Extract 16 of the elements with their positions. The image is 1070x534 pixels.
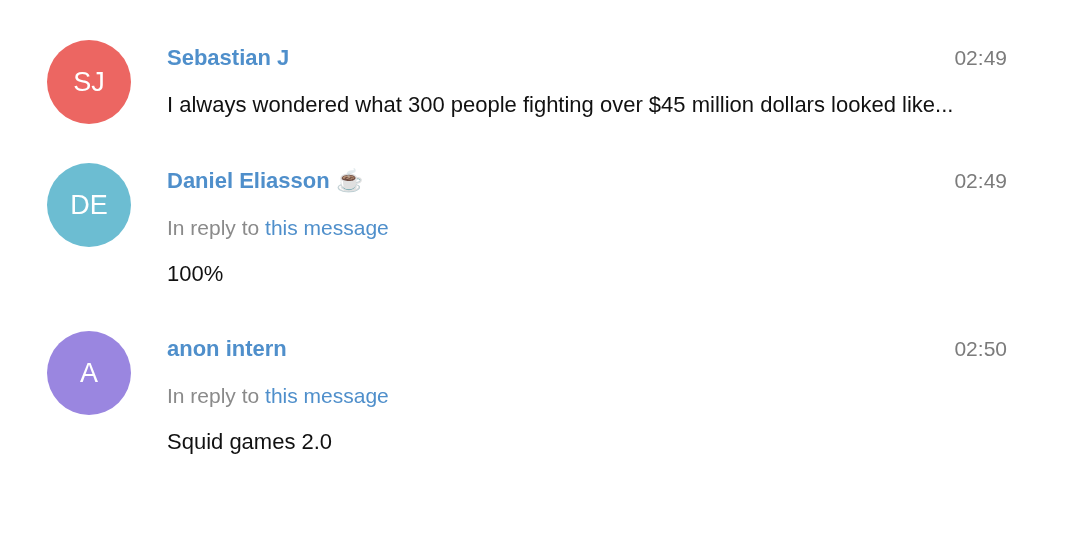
message-time: 02:50 [954, 337, 1007, 361]
avatar: A [47, 331, 131, 415]
reply-link[interactable]: this message [265, 216, 389, 239]
message-time: 02:49 [954, 169, 1007, 193]
message-text: 100% [167, 260, 225, 288]
author-name[interactable]: Sebastian J [167, 45, 290, 71]
reply-note: In reply to this message [167, 383, 390, 409]
message-text: Squid games 2.0 [167, 428, 334, 456]
reply-note: In reply to this message [167, 215, 390, 241]
avatar: SJ [47, 40, 131, 124]
message-text: I always wondered what 300 people fighting over $45 million dollars looked like... [167, 91, 955, 119]
reply-link[interactable]: this message [265, 384, 389, 407]
author-name[interactable]: anon intern [167, 336, 287, 362]
author-name[interactable]: Daniel Eliasson ☕ [167, 168, 363, 194]
avatar: DE [47, 163, 131, 247]
message-time: 02:49 [954, 46, 1007, 70]
